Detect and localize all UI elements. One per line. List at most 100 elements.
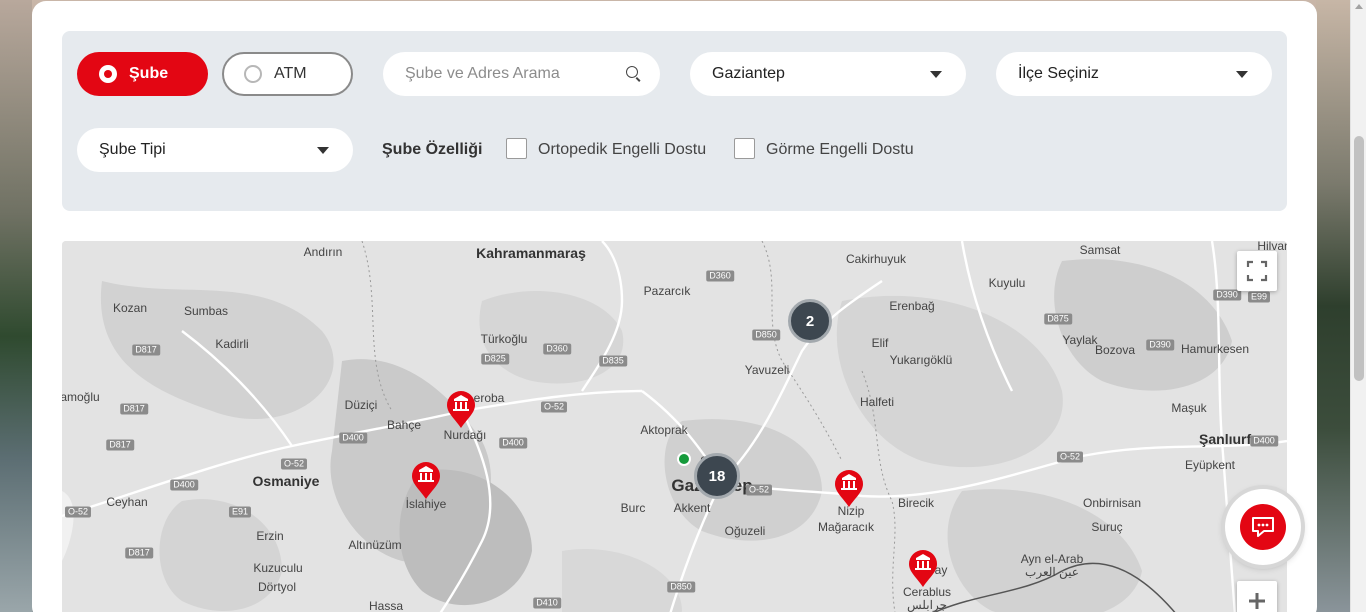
branch-type-select-value: Şube Tipi bbox=[99, 141, 166, 158]
branch-pin-icon[interactable] bbox=[834, 470, 864, 508]
map-label: Kozan bbox=[112, 301, 148, 315]
map-label: Dörtyol bbox=[257, 580, 297, 594]
map-label: eroba bbox=[473, 391, 505, 405]
zoom-in-button[interactable] bbox=[1237, 581, 1277, 612]
road-shield: D817 bbox=[106, 439, 134, 451]
map-label: Ceyhan bbox=[106, 495, 148, 509]
map-label: amoğlu bbox=[62, 390, 100, 404]
road-shield: D360 bbox=[706, 270, 734, 282]
city-select[interactable]: Gaziantep bbox=[690, 52, 966, 96]
branch-pin-icon[interactable] bbox=[446, 391, 476, 429]
search-icon[interactable] bbox=[626, 66, 638, 78]
road-shield: D400 bbox=[170, 479, 198, 491]
road-shield: D390 bbox=[1213, 289, 1241, 301]
road-shield: D817 bbox=[125, 547, 153, 559]
road-shield: D400 bbox=[499, 437, 527, 449]
road-shield: O-52 bbox=[540, 401, 568, 413]
road-shield: D850 bbox=[752, 329, 780, 341]
map-label: Hamurkesen bbox=[1180, 342, 1250, 356]
map-label: جرابلس bbox=[907, 598, 947, 612]
map-label: Kahramanmaraş bbox=[476, 245, 586, 261]
page-scrollbar[interactable] bbox=[1350, 0, 1366, 612]
road-shield: E99 bbox=[1247, 291, 1271, 303]
orthopedic-checkbox-label[interactable]: Ortopedik Engelli Dostu bbox=[538, 141, 706, 159]
map-label: Oğuzeli bbox=[724, 524, 766, 538]
map-label: Suruç bbox=[1091, 520, 1123, 534]
map-label: Kuyulu bbox=[988, 276, 1026, 290]
branch-type-select[interactable]: Şube Tipi bbox=[77, 128, 353, 172]
map-label: Erenbağ bbox=[889, 299, 935, 313]
radio-selected-icon bbox=[99, 65, 117, 83]
map-label: Erzin bbox=[256, 529, 284, 543]
road-shield: D360 bbox=[543, 343, 571, 355]
branch-radio-label: Şube bbox=[129, 65, 169, 82]
map-label: Pazarcık bbox=[643, 284, 691, 298]
map-label: Samsat bbox=[1079, 243, 1121, 257]
map-label: Osmaniye bbox=[252, 473, 320, 489]
road-shield: D817 bbox=[132, 344, 160, 356]
map-label: Birecik bbox=[897, 496, 935, 510]
map-label: Kadirli bbox=[215, 337, 249, 351]
district-select[interactable]: İlçe Seçiniz bbox=[996, 52, 1272, 96]
map-label: Halfeti bbox=[859, 395, 895, 409]
current-location-icon bbox=[677, 452, 691, 466]
map-label: Bahçe bbox=[386, 418, 422, 432]
district-select-value: İlçe Seçiniz bbox=[1018, 65, 1099, 82]
map-label: Hassa bbox=[368, 599, 404, 612]
chevron-down-icon bbox=[1236, 71, 1248, 78]
map-label: Cakirhuyuk bbox=[845, 252, 907, 266]
road-shield: D835 bbox=[599, 355, 627, 367]
visual-checkbox[interactable] bbox=[734, 138, 755, 159]
search-field bbox=[383, 52, 660, 96]
road-shield: O-52 bbox=[1056, 451, 1084, 463]
scroll-thumb[interactable] bbox=[1354, 136, 1364, 381]
atm-radio-button[interactable]: ATM bbox=[222, 52, 353, 96]
map-label: Akkent bbox=[673, 501, 711, 515]
map-label: Nurdağı bbox=[443, 428, 487, 442]
map-label: Mağaracık bbox=[817, 520, 875, 534]
road-shield: D817 bbox=[120, 403, 148, 415]
map-label: Eyüpkent bbox=[1184, 458, 1236, 472]
road-shield: O-52 bbox=[745, 484, 773, 496]
branch-map[interactable]: Kahramanmaraş Andırın Cakirhuyuk Samsat … bbox=[62, 241, 1287, 612]
road-shield: D850 bbox=[667, 581, 695, 593]
map-label: Yaylak bbox=[1062, 333, 1098, 347]
road-shield: D400 bbox=[1250, 435, 1278, 447]
background-image-left bbox=[0, 0, 32, 612]
road-shield: D875 bbox=[1044, 313, 1072, 325]
map-label: Onbirnisan bbox=[1082, 496, 1142, 510]
chat-button[interactable] bbox=[1225, 489, 1301, 565]
search-input[interactable] bbox=[405, 65, 615, 83]
map-label: Altınüzüm bbox=[348, 538, 402, 552]
background-image-right bbox=[1316, 0, 1350, 612]
map-label: Elif bbox=[871, 336, 889, 350]
branch-cluster[interactable]: 2 bbox=[788, 299, 832, 343]
map-label: Sumbas bbox=[183, 304, 229, 318]
chat-bubble-icon bbox=[1240, 504, 1286, 550]
chevron-down-icon bbox=[930, 71, 942, 78]
visual-checkbox-label[interactable]: Görme Engelli Dostu bbox=[766, 141, 914, 159]
fullscreen-button[interactable] bbox=[1237, 251, 1277, 291]
chevron-down-icon bbox=[317, 147, 329, 154]
map-label: Yavuzeli bbox=[744, 363, 790, 377]
fullscreen-icon bbox=[1246, 260, 1268, 282]
branch-cluster[interactable]: 18 bbox=[694, 453, 740, 499]
road-shield: D825 bbox=[481, 353, 509, 365]
road-shield: D390 bbox=[1146, 339, 1174, 351]
map-label: Ayn el-Arab bbox=[1020, 552, 1084, 566]
scroll-up-icon[interactable] bbox=[1355, 4, 1363, 9]
road-shield: O-52 bbox=[280, 458, 308, 470]
branch-features-label: Şube Özelliği bbox=[382, 141, 483, 158]
orthopedic-checkbox[interactable] bbox=[506, 138, 527, 159]
branch-pin-icon[interactable] bbox=[411, 462, 441, 500]
road-shield: E91 bbox=[228, 506, 252, 518]
branch-radio-button[interactable]: Şube bbox=[77, 52, 208, 96]
map-label: Kuzuculu bbox=[253, 561, 303, 575]
road-shield: D410 bbox=[533, 597, 561, 609]
map-label: Aktoprak bbox=[640, 423, 688, 437]
plus-icon bbox=[1249, 593, 1265, 609]
map-label: Yukarıgöklü bbox=[889, 353, 953, 367]
branch-pin-icon[interactable] bbox=[908, 550, 938, 588]
map-label: Türkoğlu bbox=[480, 332, 528, 346]
map-label: Bozova bbox=[1094, 343, 1136, 357]
